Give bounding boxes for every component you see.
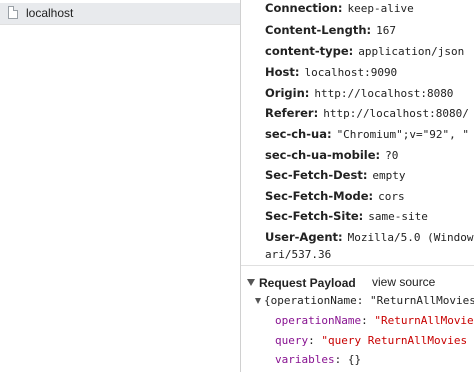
triangle-down-icon	[247, 279, 255, 287]
document-icon	[8, 6, 18, 19]
header-value-continuation: ari/537.36	[265, 248, 332, 261]
header-value: application/json	[358, 45, 465, 58]
header-name: content-type:	[265, 44, 354, 58]
header-value: "Chromium";v="92", " Not	[336, 128, 474, 141]
header-row-sec-ch-ua-mobile: sec-ch-ua-mobile: ?0	[265, 147, 398, 164]
header-value: localhost:9090	[304, 66, 398, 79]
header-row-sec-fetch-mode: Sec-Fetch-Mode: cors	[265, 188, 405, 205]
header-row-content-length: Content-Length: 167	[265, 22, 396, 39]
header-row-sec-fetch-dest: Sec-Fetch-Dest: empty	[265, 167, 406, 184]
section-title: Request Payload	[259, 275, 356, 290]
header-name: sec-ch-ua-mobile:	[265, 148, 381, 162]
header-row-origin: Origin: http://localhost:8080	[265, 85, 453, 102]
header-name: Sec-Fetch-Dest:	[265, 168, 368, 182]
header-name: Host:	[265, 65, 300, 79]
property-value: "ReturnAllMovies"	[374, 314, 474, 327]
header-name: User-Agent:	[265, 230, 343, 244]
header-value: Mozilla/5.0 (Windows NT	[347, 231, 474, 244]
request-list-item[interactable]: localhost	[0, 3, 240, 24]
header-row-user-agent: User-Agent: Mozilla/5.0 (Windows NT	[265, 229, 474, 246]
property-key: variables	[275, 353, 335, 366]
payload-summary: {operationName: "ReturnAllMovies",	[264, 294, 474, 307]
payload-property: variables: {}	[275, 353, 362, 366]
property-key: operationName	[275, 314, 362, 327]
header-value: keep-alive	[347, 2, 414, 15]
payload-property: query: "query ReturnAllMovies {\	[275, 334, 474, 347]
header-row-referer: Referer: http://localhost:8080/	[265, 105, 469, 122]
header-value: empty	[372, 169, 406, 182]
header-name: Sec-Fetch-Mode:	[265, 189, 374, 203]
list-divider	[0, 24, 240, 25]
header-value: 167	[376, 24, 396, 37]
header-name: Sec-Fetch-Site:	[265, 209, 364, 223]
request-payload-toggle[interactable]: Request Payload	[247, 275, 356, 290]
property-key: query	[275, 334, 309, 347]
request-list-pane: localhost	[0, 0, 241, 372]
header-row-sec-fetch-site: Sec-Fetch-Site: same-site	[265, 208, 428, 225]
header-name: sec-ch-ua:	[265, 127, 332, 141]
header-value: same-site	[368, 210, 428, 223]
property-value: "query ReturnAllMovies {\	[321, 334, 474, 347]
header-value: cors	[378, 190, 405, 203]
triangle-down-icon	[255, 298, 261, 304]
header-row-sec-ch-ua: sec-ch-ua: "Chromium";v="92", " Not	[265, 126, 474, 143]
header-row-connection: Connection: keep-alive	[265, 0, 414, 17]
header-value: http://localhost:8080	[314, 87, 454, 100]
property-value: {}	[347, 353, 362, 366]
header-name: Connection:	[265, 1, 343, 15]
header-name: Referer:	[265, 106, 319, 120]
request-name: localhost	[26, 6, 74, 20]
request-details-pane: Connection: keep-alive Content-Length: 167…	[241, 0, 474, 372]
header-name: Content-Length:	[265, 23, 372, 37]
header-row-content-type: content-type: application/json	[265, 43, 464, 60]
header-name: Origin:	[265, 86, 310, 100]
header-value: http://localhost:8080/	[323, 107, 469, 120]
header-value: ?0	[385, 149, 399, 162]
payload-object-toggle[interactable]: {operationName: "ReturnAllMovies",	[255, 294, 474, 307]
header-row-host: Host: localhost:9090	[265, 64, 397, 81]
view-source-link[interactable]: view source	[372, 275, 435, 289]
section-divider	[241, 265, 474, 266]
payload-property: operationName: "ReturnAllMovies"	[275, 314, 474, 327]
